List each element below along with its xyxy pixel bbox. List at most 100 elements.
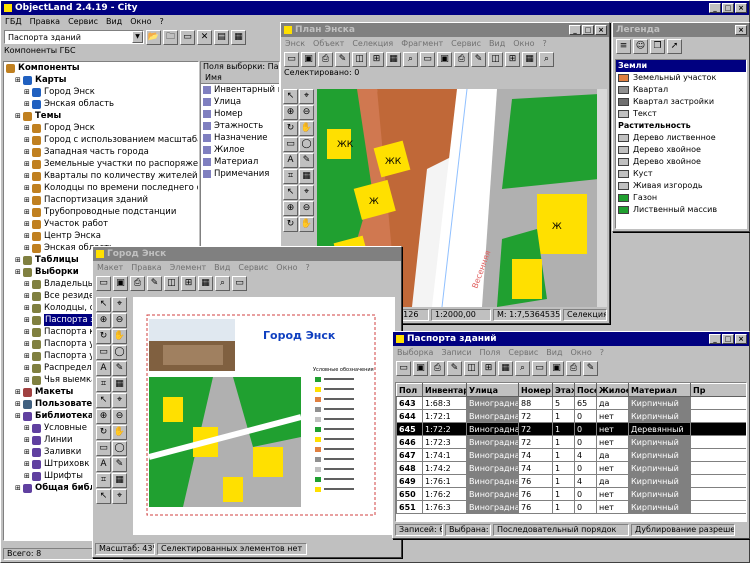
passport-menu-item[interactable]: Сервис	[508, 348, 538, 357]
zoom-in-icon[interactable]: ⊕	[96, 313, 111, 328]
expand-icon[interactable]: ⊞	[24, 122, 32, 134]
table-cell[interactable]: 1:74:1	[422, 448, 467, 462]
grid-icon[interactable]: ▦	[299, 169, 314, 184]
table-cell[interactable]: Виноградная	[466, 448, 519, 462]
edit-icon[interactable]: ✎	[583, 360, 598, 376]
table-icon[interactable]: ▦	[386, 51, 401, 67]
table-cell[interactable]: 1:68:3	[422, 396, 467, 410]
table-cell[interactable]: 646	[396, 435, 423, 449]
grid-icon[interactable]: ⊞	[481, 360, 496, 376]
tree-item[interactable]: ⊞ Темы	[6, 110, 198, 122]
table-cell[interactable]: 0	[574, 422, 597, 436]
copy-icon[interactable]: ◫	[464, 360, 479, 376]
rectangle-icon[interactable]: ▭	[283, 137, 298, 152]
layout-menu-item[interactable]: Правка	[131, 263, 161, 272]
plan-maximize-button[interactable]: □	[582, 25, 594, 35]
table-cell[interactable]: 0	[574, 500, 597, 514]
layout-menu-item[interactable]: Макет	[97, 263, 123, 272]
legend-item[interactable]: Газон	[616, 192, 746, 204]
tree-item[interactable]: ⊞ Город Энск	[6, 86, 198, 98]
passport-maximize-button[interactable]: □	[722, 334, 734, 344]
text-icon[interactable]: A	[283, 153, 298, 168]
pointer-icon[interactable]: ↖	[96, 393, 111, 408]
table-cell[interactable]: Виноградная	[466, 461, 519, 475]
table-row[interactable]: 6431:68:3Виноградная88565даКирпичный	[396, 396, 746, 410]
legend-item[interactable]: Квартал	[616, 84, 746, 96]
save-icon[interactable]: ▣	[437, 51, 452, 67]
pointer-icon[interactable]: ↖	[96, 297, 111, 312]
table-cell[interactable]: 1	[552, 474, 575, 488]
pan-icon[interactable]: ✋	[112, 329, 127, 344]
plan-close-button[interactable]: ×	[595, 25, 607, 35]
hash-icon[interactable]: ⌗	[96, 473, 111, 488]
plan-vertical-scrollbar[interactable]	[597, 89, 607, 307]
table-cell[interactable]	[690, 435, 746, 449]
table-row[interactable]: 6471:74:1Виноградная7414даКирпичный	[396, 448, 746, 462]
table-row[interactable]: 6461:72:3Виноградная7210нетКирпичный	[396, 435, 746, 449]
table-cell[interactable]: 88	[518, 396, 553, 410]
table-cell[interactable]: 644	[396, 409, 423, 423]
column-header[interactable]: Инвентар	[422, 383, 467, 397]
expand-icon[interactable]: ⊞	[24, 230, 32, 242]
maximize-button[interactable]: □	[722, 3, 734, 13]
tree-item[interactable]: Компоненты	[6, 62, 198, 74]
table-cell[interactable]: 72	[518, 409, 553, 423]
expand-icon[interactable]: ⊞	[24, 362, 32, 374]
table-row[interactable]: 6501:76:2Виноградная7610нетКирпичный	[396, 487, 746, 501]
field-item[interactable]: Улица	[201, 96, 279, 108]
column-header[interactable]: Пол	[396, 383, 423, 397]
table-cell[interactable]	[690, 474, 746, 488]
copy-icon[interactable]: ◫	[164, 275, 179, 291]
expand-icon[interactable]: ⊞	[15, 254, 23, 266]
layout-page[interactable]: Город Энск Условные обозначения	[133, 297, 395, 535]
legend-item[interactable]: Земельный участок	[616, 72, 746, 84]
tree-item[interactable]: ⊞ Город Энск	[6, 122, 198, 134]
open-icon[interactable]: ▭	[396, 360, 411, 376]
table-cell[interactable]: 1	[552, 409, 575, 423]
rectangle-icon[interactable]: ▭	[96, 345, 111, 360]
table-cell[interactable]: Деревянный	[628, 422, 691, 436]
tree-item[interactable]: ⊞ Город с использованием масштаба	[6, 134, 198, 146]
print-icon[interactable]: ⎙	[130, 275, 145, 291]
table-cell[interactable]: 4	[574, 448, 597, 462]
save-icon[interactable]: ▣	[113, 275, 128, 291]
main-menu-item[interactable]: ГБД	[5, 17, 22, 26]
table-cell[interactable]: 648	[396, 461, 423, 475]
legend-section[interactable]: Растительность	[616, 120, 746, 132]
main-menu-item[interactable]: Правка	[30, 17, 60, 26]
table-cell[interactable]: да	[596, 448, 629, 462]
expand-icon[interactable]: ⊞	[24, 170, 32, 182]
table-row[interactable]: 6491:76:1Виноградная7614даКирпичный	[396, 474, 746, 488]
plan-menu-item[interactable]: Энск	[285, 39, 305, 48]
expand-icon[interactable]: ⊞	[24, 302, 32, 314]
table-row[interactable]: 6511:76:3Виноградная7610нетКирпичный	[396, 500, 746, 514]
layout-menu-item[interactable]: Элемент	[170, 263, 206, 272]
table-cell[interactable]: нет	[596, 422, 629, 436]
crosshair-icon[interactable]: ⌖	[299, 185, 314, 200]
table-cell[interactable]: 76	[518, 487, 553, 501]
fields-column-header[interactable]: Имя	[201, 73, 279, 84]
expand-icon[interactable]: ⊞	[24, 434, 32, 446]
table-cell[interactable]: нет	[596, 500, 629, 514]
expand-icon[interactable]: ⊞	[24, 470, 32, 482]
table-cell[interactable]	[690, 422, 746, 436]
field-item[interactable]: Этажность	[201, 120, 279, 132]
layout-menu-item[interactable]: Вид	[214, 263, 230, 272]
table-cell[interactable]: 643	[396, 396, 423, 410]
column-header[interactable]: Материал	[628, 383, 691, 397]
expand-icon[interactable]: ⊞	[24, 218, 32, 230]
open-icon[interactable]: ▭	[284, 51, 299, 67]
expand-icon[interactable]: ⊞	[24, 314, 32, 326]
legend-item[interactable]: Дерево хвойное	[616, 156, 746, 168]
rotate-icon[interactable]: ↻	[96, 329, 111, 344]
expand-icon[interactable]: ⊞	[24, 338, 32, 350]
column-header[interactable]: Посел	[574, 383, 597, 397]
table-cell[interactable]	[690, 500, 746, 514]
expand-icon[interactable]: ⊞	[24, 374, 32, 386]
plan-menu-item[interactable]: Сервис	[451, 39, 481, 48]
table-cell[interactable]: Виноградная	[466, 487, 519, 501]
table-cell[interactable]: 76	[518, 500, 553, 514]
expand-icon[interactable]: ⊞	[24, 278, 32, 290]
legend-item[interactable]: Лиственный массив	[616, 204, 746, 216]
plan-menu-item[interactable]: Селекция	[352, 39, 393, 48]
